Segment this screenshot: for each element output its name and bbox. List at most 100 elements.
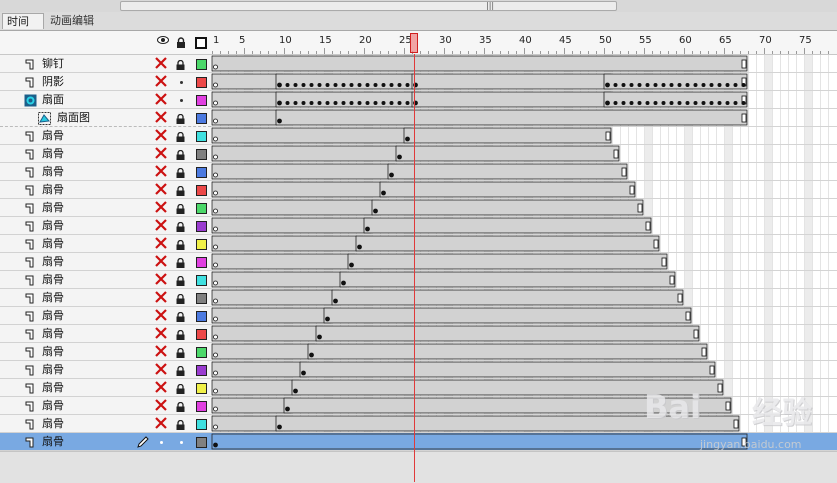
lock-icon[interactable] (176, 347, 185, 358)
layer-name[interactable]: 扇面 (42, 93, 64, 107)
layer-name[interactable]: 扇骨 (42, 129, 64, 143)
layer-color-swatch[interactable] (196, 185, 207, 196)
layer-color-swatch[interactable] (196, 113, 207, 124)
layer-name[interactable]: 扇骨 (42, 219, 64, 233)
lock-icon[interactable] (176, 257, 185, 268)
layer-name[interactable]: 扇骨 (42, 417, 64, 431)
layer-name[interactable]: 扇骨 (42, 183, 64, 197)
lock-icon[interactable] (176, 149, 185, 160)
unlock-dot[interactable] (180, 81, 183, 84)
lock-icon[interactable] (176, 365, 185, 376)
tab-motion-editor[interactable]: 动画编辑器 (46, 13, 106, 43)
layer-name[interactable]: 扇骨 (42, 435, 64, 449)
layer-name[interactable]: 扇骨 (42, 291, 64, 305)
hidden-x-icon[interactable] (155, 345, 167, 357)
hidden-x-icon[interactable] (155, 201, 167, 213)
layer-color-swatch[interactable] (196, 149, 207, 160)
layer-color-swatch[interactable] (196, 257, 207, 268)
layer-color-swatch[interactable] (196, 221, 207, 232)
hidden-x-icon[interactable] (155, 165, 167, 177)
layer-name[interactable]: 扇骨 (42, 237, 64, 251)
layer-name[interactable]: 扇骨 (42, 399, 64, 413)
layer-name[interactable]: 铆钉 (42, 57, 64, 71)
lock-icon[interactable] (176, 221, 185, 232)
frame-ruler[interactable]: 1 5 10 15 20 25 30 35 40 45 50 55 60 65 70 75 (211, 31, 837, 54)
hidden-x-icon[interactable] (155, 183, 167, 195)
layer-color-swatch[interactable] (196, 365, 207, 376)
layer-row[interactable]: 扇骨 (0, 361, 211, 379)
lock-icon[interactable] (176, 383, 185, 394)
layer-color-swatch[interactable] (196, 329, 207, 340)
layer-row[interactable]: 扇骨 (0, 433, 211, 451)
lock-icon[interactable] (176, 113, 185, 124)
hidden-x-icon[interactable] (155, 93, 167, 105)
layer-row[interactable]: 扇骨 (0, 289, 211, 307)
unlock-dot[interactable] (180, 99, 183, 102)
layer-name[interactable]: 扇骨 (42, 309, 64, 323)
layer-color-swatch[interactable] (196, 239, 207, 250)
lock-icon[interactable] (176, 185, 185, 196)
tab-timeline[interactable]: 时间轴 (2, 13, 44, 44)
visibility-dot[interactable] (160, 441, 163, 444)
layer-color-swatch[interactable] (196, 77, 207, 88)
hidden-x-icon[interactable] (155, 399, 167, 411)
layer-name[interactable]: 扇骨 (42, 345, 64, 359)
hidden-x-icon[interactable] (155, 147, 167, 159)
outline-toggle-icon[interactable] (195, 37, 207, 49)
lock-icon[interactable] (176, 329, 185, 340)
layer-row[interactable]: 扇骨 (0, 271, 211, 289)
lock-icon[interactable] (176, 419, 185, 430)
layer-name[interactable]: 扇骨 (42, 147, 64, 161)
layer-row[interactable]: 扇骨 (0, 307, 211, 325)
hidden-x-icon[interactable] (155, 237, 167, 249)
layer-name[interactable]: 扇骨 (42, 255, 64, 269)
layer-name[interactable]: 扇骨 (42, 201, 64, 215)
hidden-x-icon[interactable] (155, 129, 167, 141)
layer-color-swatch[interactable] (196, 293, 207, 304)
layer-color-swatch[interactable] (196, 383, 207, 394)
hidden-x-icon[interactable] (155, 111, 167, 123)
lock-icon[interactable] (176, 239, 185, 250)
lock-icon[interactable] (176, 59, 185, 70)
hidden-x-icon[interactable] (155, 75, 167, 87)
lock-icon[interactable] (176, 131, 185, 142)
layer-row[interactable]: 扇骨 (0, 217, 211, 235)
layer-row[interactable]: 扇骨 (0, 379, 211, 397)
hidden-x-icon[interactable] (155, 363, 167, 375)
layer-name[interactable]: 扇骨 (42, 165, 64, 179)
layer-name[interactable]: 扇面图 (57, 111, 90, 125)
hidden-x-icon[interactable] (155, 255, 167, 267)
layer-color-swatch[interactable] (196, 419, 207, 430)
layer-row[interactable]: 扇骨 (0, 253, 211, 271)
layer-row[interactable]: 扇面 (0, 91, 211, 109)
layer-color-swatch[interactable] (196, 311, 207, 322)
hidden-x-icon[interactable] (155, 57, 167, 69)
lock-icon[interactable] (176, 203, 185, 214)
layer-color-swatch[interactable] (196, 59, 207, 70)
layer-row[interactable]: 扇骨 (0, 235, 211, 253)
layer-row[interactable]: 扇骨 (0, 343, 211, 361)
layer-color-swatch[interactable] (196, 347, 207, 358)
hidden-x-icon[interactable] (155, 273, 167, 285)
layer-name[interactable]: 扇骨 (42, 381, 64, 395)
hidden-x-icon[interactable] (155, 381, 167, 393)
panel-resize-grip[interactable]: ||| (120, 1, 617, 11)
layer-row[interactable]: 扇骨 (0, 163, 211, 181)
layer-color-swatch[interactable] (196, 131, 207, 142)
layer-color-swatch[interactable] (196, 401, 207, 412)
layer-row[interactable]: 扇面图 (0, 109, 211, 127)
layer-row[interactable]: 扇骨 (0, 415, 211, 433)
layer-row[interactable]: 扇骨 (0, 397, 211, 415)
layer-color-swatch[interactable] (196, 203, 207, 214)
lock-icon[interactable] (176, 401, 185, 412)
layer-row[interactable]: 扇骨 (0, 127, 211, 145)
hidden-x-icon[interactable] (155, 309, 167, 321)
layer-color-swatch[interactable] (196, 95, 207, 106)
layer-color-swatch[interactable] (196, 167, 207, 178)
unlock-dot[interactable] (180, 441, 183, 444)
lock-icon[interactable] (176, 167, 185, 178)
layer-color-swatch[interactable] (196, 275, 207, 286)
lock-icon[interactable] (176, 275, 185, 286)
playhead-handle[interactable] (410, 33, 418, 53)
lock-icon[interactable] (176, 311, 185, 322)
